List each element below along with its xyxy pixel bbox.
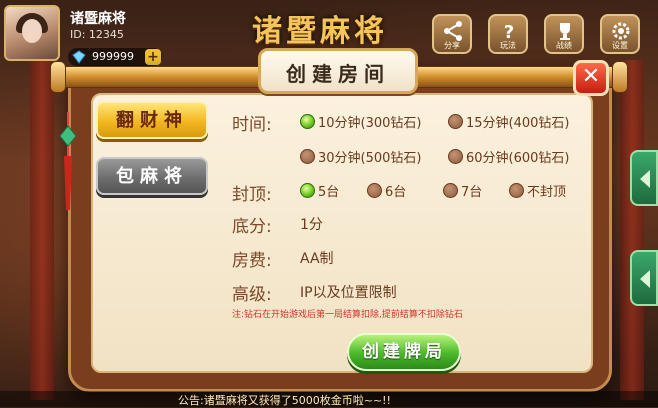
- advanced-value: IP以及位置限制: [300, 285, 397, 301]
- trophy-icon: [560, 23, 570, 40]
- time-option-label: 15分钟(400钻石): [466, 115, 570, 131]
- diamond-deduction-note: 注:钻石在开始游戏后第一局结算扣除,提前结算不扣除钻石: [232, 310, 463, 320]
- radio-selected-icon: [300, 113, 315, 129]
- background-pillar: [620, 60, 644, 400]
- cap-option-label: 不封顶: [527, 184, 567, 200]
- close-icon: ✕: [581, 64, 601, 89]
- add-diamonds-button[interactable]: +: [145, 49, 161, 65]
- rail-end-cap: [612, 61, 628, 93]
- gear-icon: [612, 22, 630, 40]
- jade-pendant-icon: [59, 112, 77, 210]
- player-name: 诸暨麻将: [70, 11, 126, 27]
- time-option-30min[interactable]: 30分钟(500钻石): [300, 145, 422, 167]
- help-label: 玩法: [500, 41, 516, 50]
- radio-unselected-icon: [448, 148, 463, 164]
- close-button[interactable]: ✕: [573, 60, 609, 96]
- side-arrow-tab[interactable]: [630, 150, 658, 206]
- base-score-label: 底分:: [232, 217, 272, 237]
- cap-option-6[interactable]: 6台: [367, 179, 406, 201]
- tab-bao-ma-jiang[interactable]: 包麻将: [96, 157, 208, 195]
- records-label: 战绩: [556, 41, 572, 50]
- svg-text:?: ?: [504, 22, 514, 42]
- cap-option-label: 7台: [461, 184, 483, 200]
- time-label: 时间:: [232, 115, 272, 135]
- cap-label: 封顶:: [232, 185, 272, 205]
- advanced-label: 高级:: [232, 285, 272, 305]
- settings-label: 设置: [612, 41, 628, 50]
- avatar-face: [22, 19, 42, 43]
- records-button[interactable]: 战绩: [544, 14, 584, 54]
- base-score-value: 1分: [300, 217, 323, 233]
- avatar[interactable]: [4, 5, 60, 61]
- diamond-count: 999999: [92, 50, 134, 63]
- tab-fan-cai-shen[interactable]: 翻财神: [96, 101, 208, 139]
- share-button[interactable]: 分享: [432, 14, 472, 54]
- radio-unselected-icon: [509, 182, 524, 198]
- radio-unselected-icon: [300, 148, 315, 164]
- help-button[interactable]: ? 玩法: [488, 14, 528, 54]
- cap-option-label: 5台: [318, 184, 340, 200]
- room-fee-label: 房费:: [232, 251, 272, 271]
- cap-option-label: 6台: [385, 184, 407, 200]
- time-option-15min[interactable]: 15分钟(400钻石): [448, 110, 570, 132]
- share-label: 分享: [444, 41, 460, 50]
- share-icon: [444, 21, 462, 41]
- diamond-icon: [72, 50, 86, 64]
- side-arrow-tab[interactable]: [630, 250, 658, 306]
- rail-end-cap: [50, 61, 66, 93]
- diamond-balance: 999999 +: [68, 48, 162, 66]
- radio-unselected-icon: [367, 182, 382, 198]
- cap-option-unlimited[interactable]: 不封顶: [509, 179, 566, 201]
- settings-button[interactable]: 设置: [600, 14, 640, 54]
- cap-option-5[interactable]: 5台: [300, 179, 339, 201]
- dialog-title-plate: 创建房间: [258, 48, 418, 94]
- game-title: 诸暨麻将: [252, 14, 388, 49]
- time-option-label: 30分钟(500钻石): [318, 150, 422, 166]
- cap-option-7[interactable]: 7台: [443, 179, 482, 201]
- time-option-label: 10分钟(300钻石): [318, 115, 422, 131]
- background-pillar: [30, 60, 54, 400]
- help-icon: ?: [504, 22, 514, 42]
- radio-unselected-icon: [448, 113, 463, 129]
- radio-unselected-icon: [443, 182, 458, 198]
- room-fee-value: AA制: [300, 251, 334, 267]
- dialog-title: 创建房间: [286, 62, 390, 86]
- time-option-10min[interactable]: 10分钟(300钻石): [300, 110, 422, 132]
- announcement-bar: 公告:诸暨麻将又获得了5000枚金币啦~~!!: [0, 391, 658, 407]
- time-option-60min[interactable]: 60分钟(600钻石): [448, 145, 570, 167]
- radio-selected-icon: [300, 182, 315, 198]
- create-game-button[interactable]: 创建牌局: [347, 333, 461, 371]
- player-id: ID: 12345: [70, 28, 124, 41]
- announcement-text: 公告:诸暨麻将又获得了5000枚金币啦~~!!: [178, 394, 391, 407]
- time-option-label: 60分钟(600钻石): [466, 150, 570, 166]
